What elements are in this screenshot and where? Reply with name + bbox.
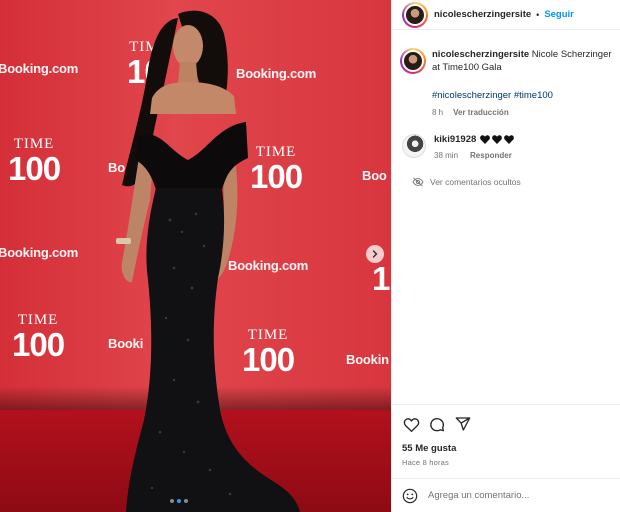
chevron-right-icon — [372, 250, 378, 258]
comment-item: kiki91928 38 min Responder — [402, 134, 612, 160]
time100-logo: 1 — [372, 260, 390, 297]
add-comment-bar — [392, 478, 620, 512]
caption-body: nicolescherzingersite Nicole Scherzinger… — [432, 48, 618, 119]
comment-meta: 38 min Responder — [434, 151, 514, 160]
caption-author-avatar[interactable] — [400, 48, 426, 74]
carousel-indicator — [170, 499, 188, 503]
action-icons — [402, 415, 611, 433]
hundred-text: 1 — [372, 260, 390, 297]
comment-icon — [430, 417, 445, 432]
comment-timestamp: 38 min — [434, 151, 459, 160]
emoji-icon[interactable] — [402, 488, 418, 504]
like-button[interactable] — [402, 415, 420, 433]
instagram-post-view: Booking.com Booking.com Bo Boo Booking.c… — [0, 0, 620, 512]
share-icon — [455, 417, 471, 431]
comment-body: kiki91928 38 min Responder — [434, 134, 515, 160]
heart-icon — [403, 417, 419, 432]
black-heart-icon — [492, 135, 503, 144]
commenter-username[interactable]: kiki91928 — [434, 134, 476, 145]
carousel-dot — [184, 499, 188, 503]
post-photo[interactable]: Booking.com Booking.com Bo Boo Booking.c… — [0, 0, 391, 512]
person-in-black-gown — [116, 10, 300, 512]
time100-logo: TIME 100 — [12, 313, 65, 363]
carousel-dot — [177, 499, 181, 503]
reply-button[interactable]: Responder — [470, 151, 512, 160]
post-header: nicolescherzingersite • Seguir — [392, 0, 620, 30]
commenter-avatar[interactable] — [402, 134, 426, 158]
view-hidden-comments-link[interactable]: Ver comentarios ocultos — [412, 177, 521, 187]
black-heart-icon — [480, 135, 491, 144]
caption-hashtags[interactable]: #nicolescherzinger #time100 — [432, 89, 618, 102]
follow-button[interactable]: Seguir — [544, 9, 574, 20]
separator-dot: • — [536, 9, 540, 20]
hundred-text: 100 — [12, 326, 65, 363]
comment-text: kiki91928 — [434, 134, 515, 145]
heart-emoji-icons — [480, 135, 515, 144]
caption-meta: 8 h Ver traducción — [432, 106, 618, 119]
post-age: Hace 8 horas — [402, 458, 450, 467]
post-caption: nicolescherzingersite Nicole Scherzinger… — [400, 48, 620, 119]
comment-button[interactable] — [428, 415, 446, 433]
caption-timestamp: 8 h — [432, 108, 444, 117]
see-translation-link[interactable]: Ver traducción — [453, 106, 509, 119]
next-photo-button[interactable] — [366, 245, 384, 263]
booking-logo-partial: Boo — [362, 168, 387, 183]
like-count[interactable]: 55 Me gusta — [402, 443, 611, 454]
carousel-dot — [170, 499, 174, 503]
hundred-text: 100 — [8, 150, 61, 187]
view-hidden-comments-label: Ver comentarios ocultos — [430, 177, 521, 187]
author-avatar[interactable] — [402, 1, 428, 28]
booking-logo: Booking.com — [0, 61, 79, 76]
post-actions: 55 Me gusta Hace 8 horas — [392, 404, 620, 467]
time100-logo: TIME 100 — [8, 137, 61, 187]
black-heart-icon — [504, 135, 515, 144]
caption-username[interactable]: nicolescherzingersite — [432, 49, 529, 60]
comment-input[interactable] — [428, 490, 608, 501]
booking-logo: Booking.com — [0, 245, 79, 260]
share-button[interactable] — [454, 415, 472, 433]
author-username[interactable]: nicolescherzingersite — [434, 9, 531, 20]
eye-off-icon — [412, 177, 424, 187]
booking-logo-partial: Bookin — [346, 352, 389, 367]
post-side-panel: nicolescherzingersite • Seguir nicolesch… — [391, 0, 620, 512]
